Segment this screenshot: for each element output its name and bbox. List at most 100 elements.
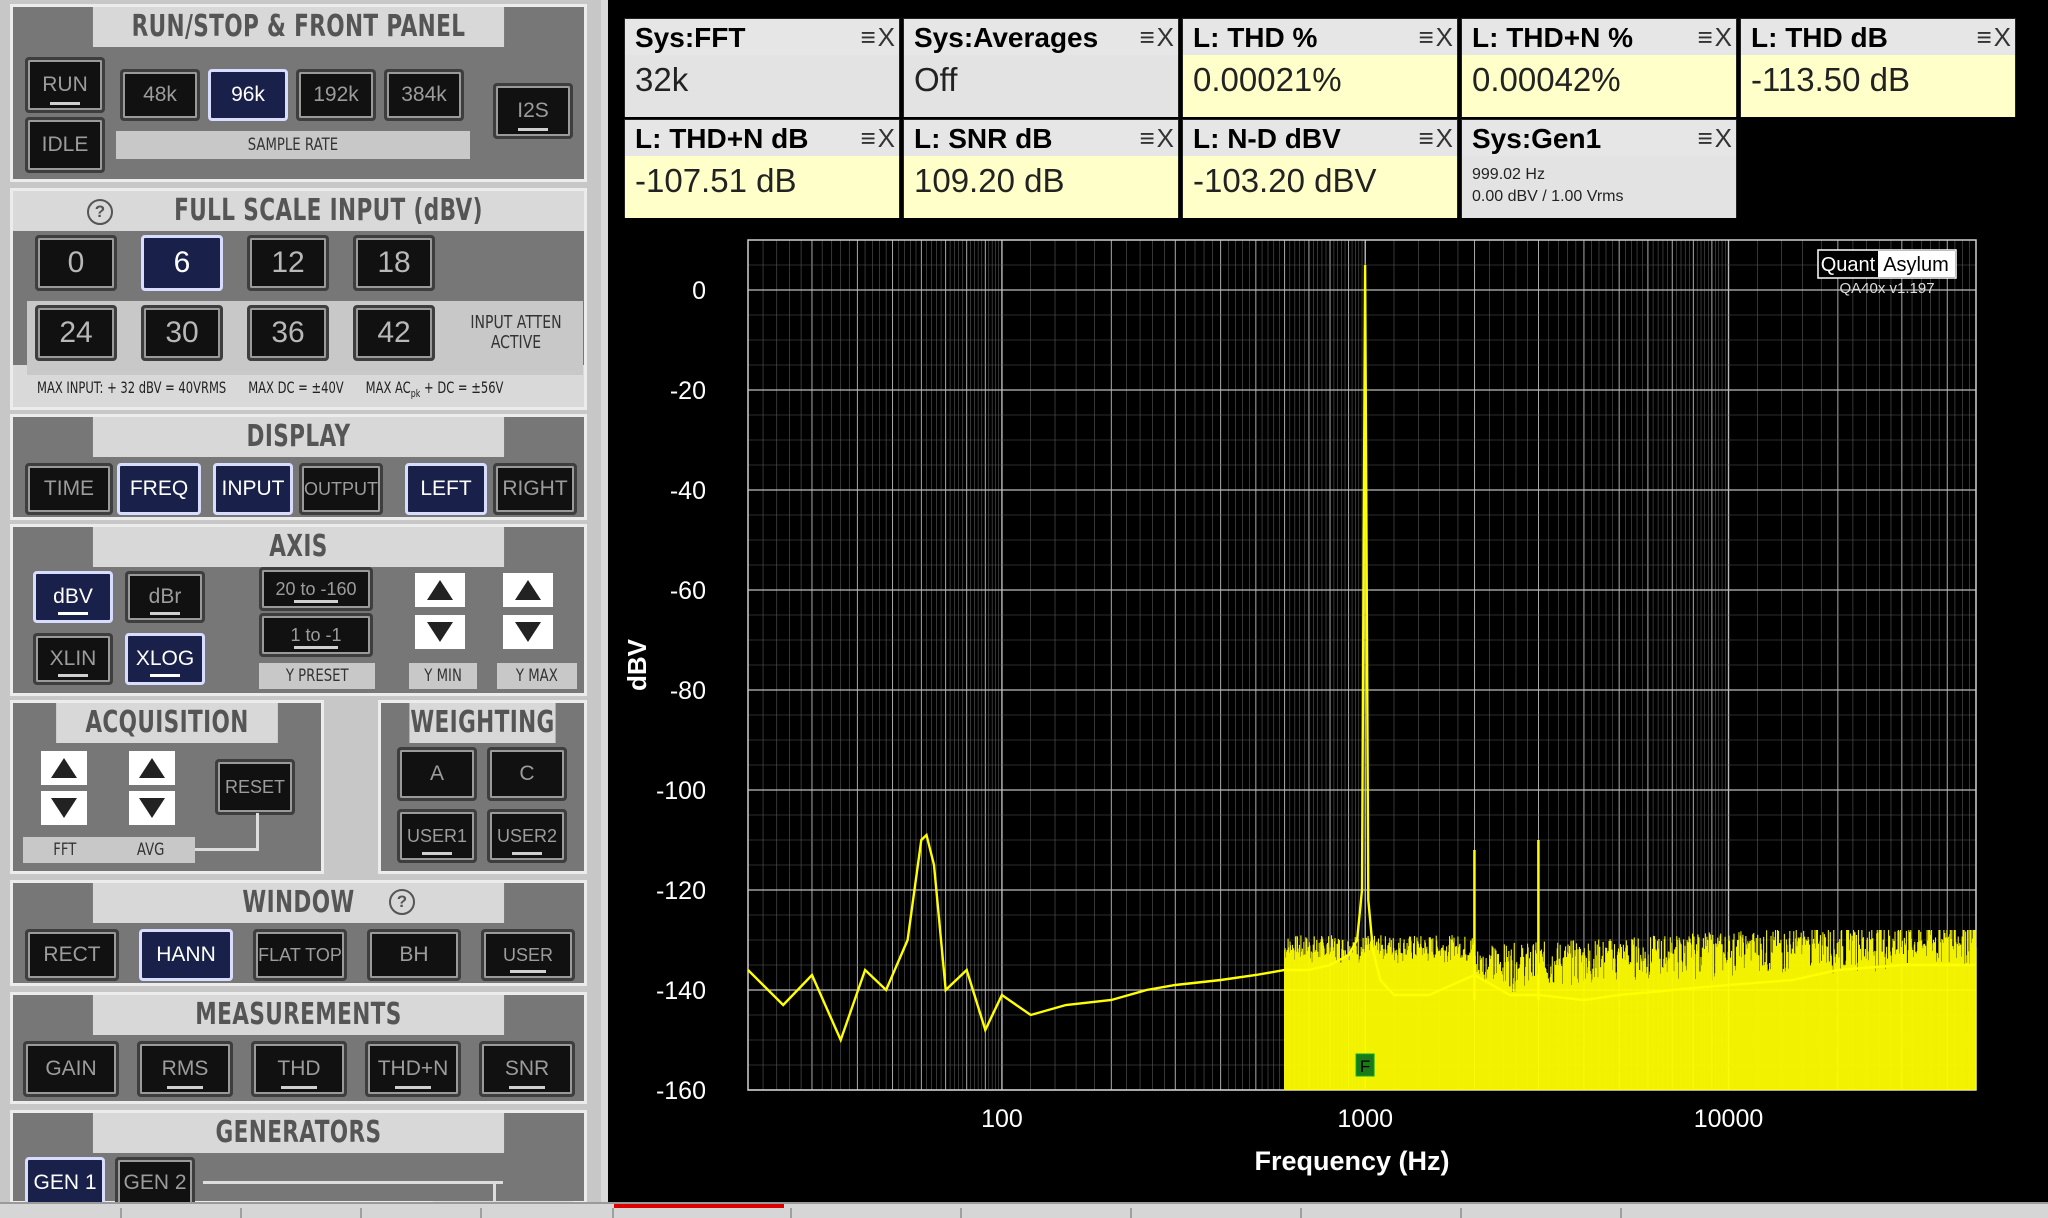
arrow-down-icon [51,798,77,818]
window-bh-button[interactable]: BH [367,929,461,981]
menu-icon[interactable]: ≡ [860,124,875,152]
run-button[interactable]: RUN [25,57,105,113]
y-max-up-button[interactable] [501,571,555,609]
y-preset-label: Y PRESET [259,663,375,689]
arrow-up-icon [427,580,453,600]
meas-snr-button[interactable]: SNR [479,1041,575,1097]
measurement-tile[interactable]: Sys:Gen1 ≡ X 999.02 Hz 0.00 dBV / 1.00 Vrms [1461,119,1737,218]
y-preset-1-1-button[interactable]: 1 to -1 [259,613,373,657]
fsi-12-button[interactable]: 12 [247,235,329,291]
menu-icon[interactable]: ≡ [1418,124,1433,152]
xlin-button[interactable]: XLIN [33,633,113,685]
measurement-tile[interactable]: L: N-D dBV ≡ X -103.20 dBV [1182,119,1458,218]
meas-gain-button[interactable]: GAIN [23,1041,119,1097]
meas-thd-button[interactable]: THD [251,1041,347,1097]
freq-button[interactable]: FREQ [117,463,201,515]
dbv-button[interactable]: dBV [33,571,113,623]
measurement-tile[interactable]: L: SNR dB ≡ X 109.20 dB [903,119,1179,218]
close-icon[interactable]: X [1994,23,2011,51]
window-user-button[interactable]: USER [481,929,575,981]
axis-title: AXIS [92,527,505,567]
rate-192k-button[interactable]: 192k [296,69,376,121]
measurement-tile[interactable]: Sys:FFT ≡ X 32k [624,18,900,117]
brand-logo-b: Asylum [1883,254,1949,276]
help-icon[interactable]: ? [389,889,415,915]
measurement-tile[interactable]: L: THD % ≡ X 0.00021% [1182,18,1458,117]
xlog-button[interactable]: XLOG [125,633,205,685]
output-button[interactable]: OUTPUT [299,463,383,515]
fsi-24-button[interactable]: 24 [35,305,117,361]
display-section: DISPLAY TIME FREQ INPUT OUTPUT LEFT RIGH… [10,414,587,520]
fft-avg-label: FFT AVG [23,837,195,863]
y-preset-20-160-button[interactable]: 20 to -160 [259,567,373,611]
close-icon[interactable]: X [878,23,895,51]
weighting-c-button[interactable]: C [487,747,567,801]
avg-down-button[interactable] [127,789,177,827]
weighting-user2-button[interactable]: USER2 [487,809,567,863]
y-max-down-button[interactable] [501,613,555,651]
fsi-6-button[interactable]: 6 [141,235,223,291]
help-icon[interactable]: ? [87,199,113,225]
meas-thdn-button[interactable]: THD+N [365,1041,461,1097]
y-min-label: Y MIN [409,663,477,689]
menu-icon[interactable]: ≡ [1976,23,1991,51]
meas-rms-button[interactable]: RMS [137,1041,233,1097]
fft-up-button[interactable] [39,749,89,787]
measurement-tile[interactable]: Sys:Averages ≡ X Off [903,18,1179,117]
rate-384k-button[interactable]: 384k [384,69,464,121]
front-panel: RUN/STOP & FRONT PANEL RUN IDLE 48k 96k … [0,0,601,1218]
close-icon[interactable]: X [1157,23,1174,51]
menu-icon[interactable]: ≡ [1697,23,1712,51]
rate-96k-button[interactable]: 96k [208,69,288,121]
display-title: DISPLAY [92,417,505,457]
fft-down-button[interactable] [39,789,89,827]
window-rect-button[interactable]: RECT [25,929,119,981]
menu-icon[interactable]: ≡ [1697,124,1712,152]
menu-icon[interactable]: ≡ [1139,124,1154,152]
menu-icon[interactable]: ≡ [1139,23,1154,51]
rate-48k-button[interactable]: 48k [120,69,200,121]
y-min-down-button[interactable] [413,613,467,651]
weighting-user1-button[interactable]: USER1 [397,809,477,863]
time-button[interactable]: TIME [25,463,113,515]
window-flattop-button[interactable]: FLAT TOP [253,929,347,981]
menu-icon[interactable]: ≡ [860,23,875,51]
weighting-section: WEIGHTING A C USER1 USER2 [378,700,587,874]
fsi-30-button[interactable]: 30 [141,305,223,361]
dbr-button[interactable]: dBr [125,571,205,623]
close-icon[interactable]: X [1157,124,1174,152]
tile-title: Sys:Averages ≡ X [904,19,1178,55]
tile-title: L: THD % ≡ X [1183,19,1457,55]
close-icon[interactable]: X [1436,23,1453,51]
window-hann-button[interactable]: HANN [139,929,233,981]
close-icon[interactable]: X [878,124,895,152]
measurement-tile[interactable]: L: THD+N % ≡ X 0.00042% [1461,18,1737,117]
reset-button[interactable]: RESET [215,759,295,815]
tile-title: L: THD dB ≡ X [1741,19,2015,55]
close-icon[interactable]: X [1715,124,1732,152]
right-channel-button[interactable]: RIGHT [493,463,577,515]
y-min-up-button[interactable] [413,571,467,609]
spectrum-chart[interactable]: 0 -20 -40 -60 -80 -100 -120 -140 -160 100 1000 1000… [608,225,2048,1202]
fsi-18-button[interactable]: 18 [353,235,435,291]
i2s-button[interactable]: I2S [493,83,573,139]
idle-button[interactable]: IDLE [25,117,105,173]
left-channel-button[interactable]: LEFT [405,463,487,515]
close-icon[interactable]: X [1715,23,1732,51]
spectrum-svg[interactable]: 0 -20 -40 -60 -80 -100 -120 -140 -160 100 1000 1000… [608,225,2048,1202]
x-axis-title: Frequency (Hz) [1254,1146,1449,1176]
input-button[interactable]: INPUT [213,463,293,515]
tile-title: Sys:Gen1 ≡ X [1462,120,1736,156]
arrow-down-icon [427,622,453,642]
avg-up-button[interactable] [127,749,177,787]
measurement-tile[interactable]: L: THD+N dB ≡ X -107.51 dB [624,119,900,218]
menu-icon[interactable]: ≡ [1418,23,1433,51]
fsi-36-button[interactable]: 36 [247,305,329,361]
close-icon[interactable]: X [1436,124,1453,152]
fsi-0-button[interactable]: 0 [35,235,117,291]
measurement-tile[interactable]: L: THD dB ≡ X -113.50 dB [1740,18,2016,117]
weighting-a-button[interactable]: A [397,747,477,801]
tile-title: L: THD+N % ≡ X [1462,19,1736,55]
fsi-42-button[interactable]: 42 [353,305,435,361]
y-tick-label: -80 [670,677,706,705]
